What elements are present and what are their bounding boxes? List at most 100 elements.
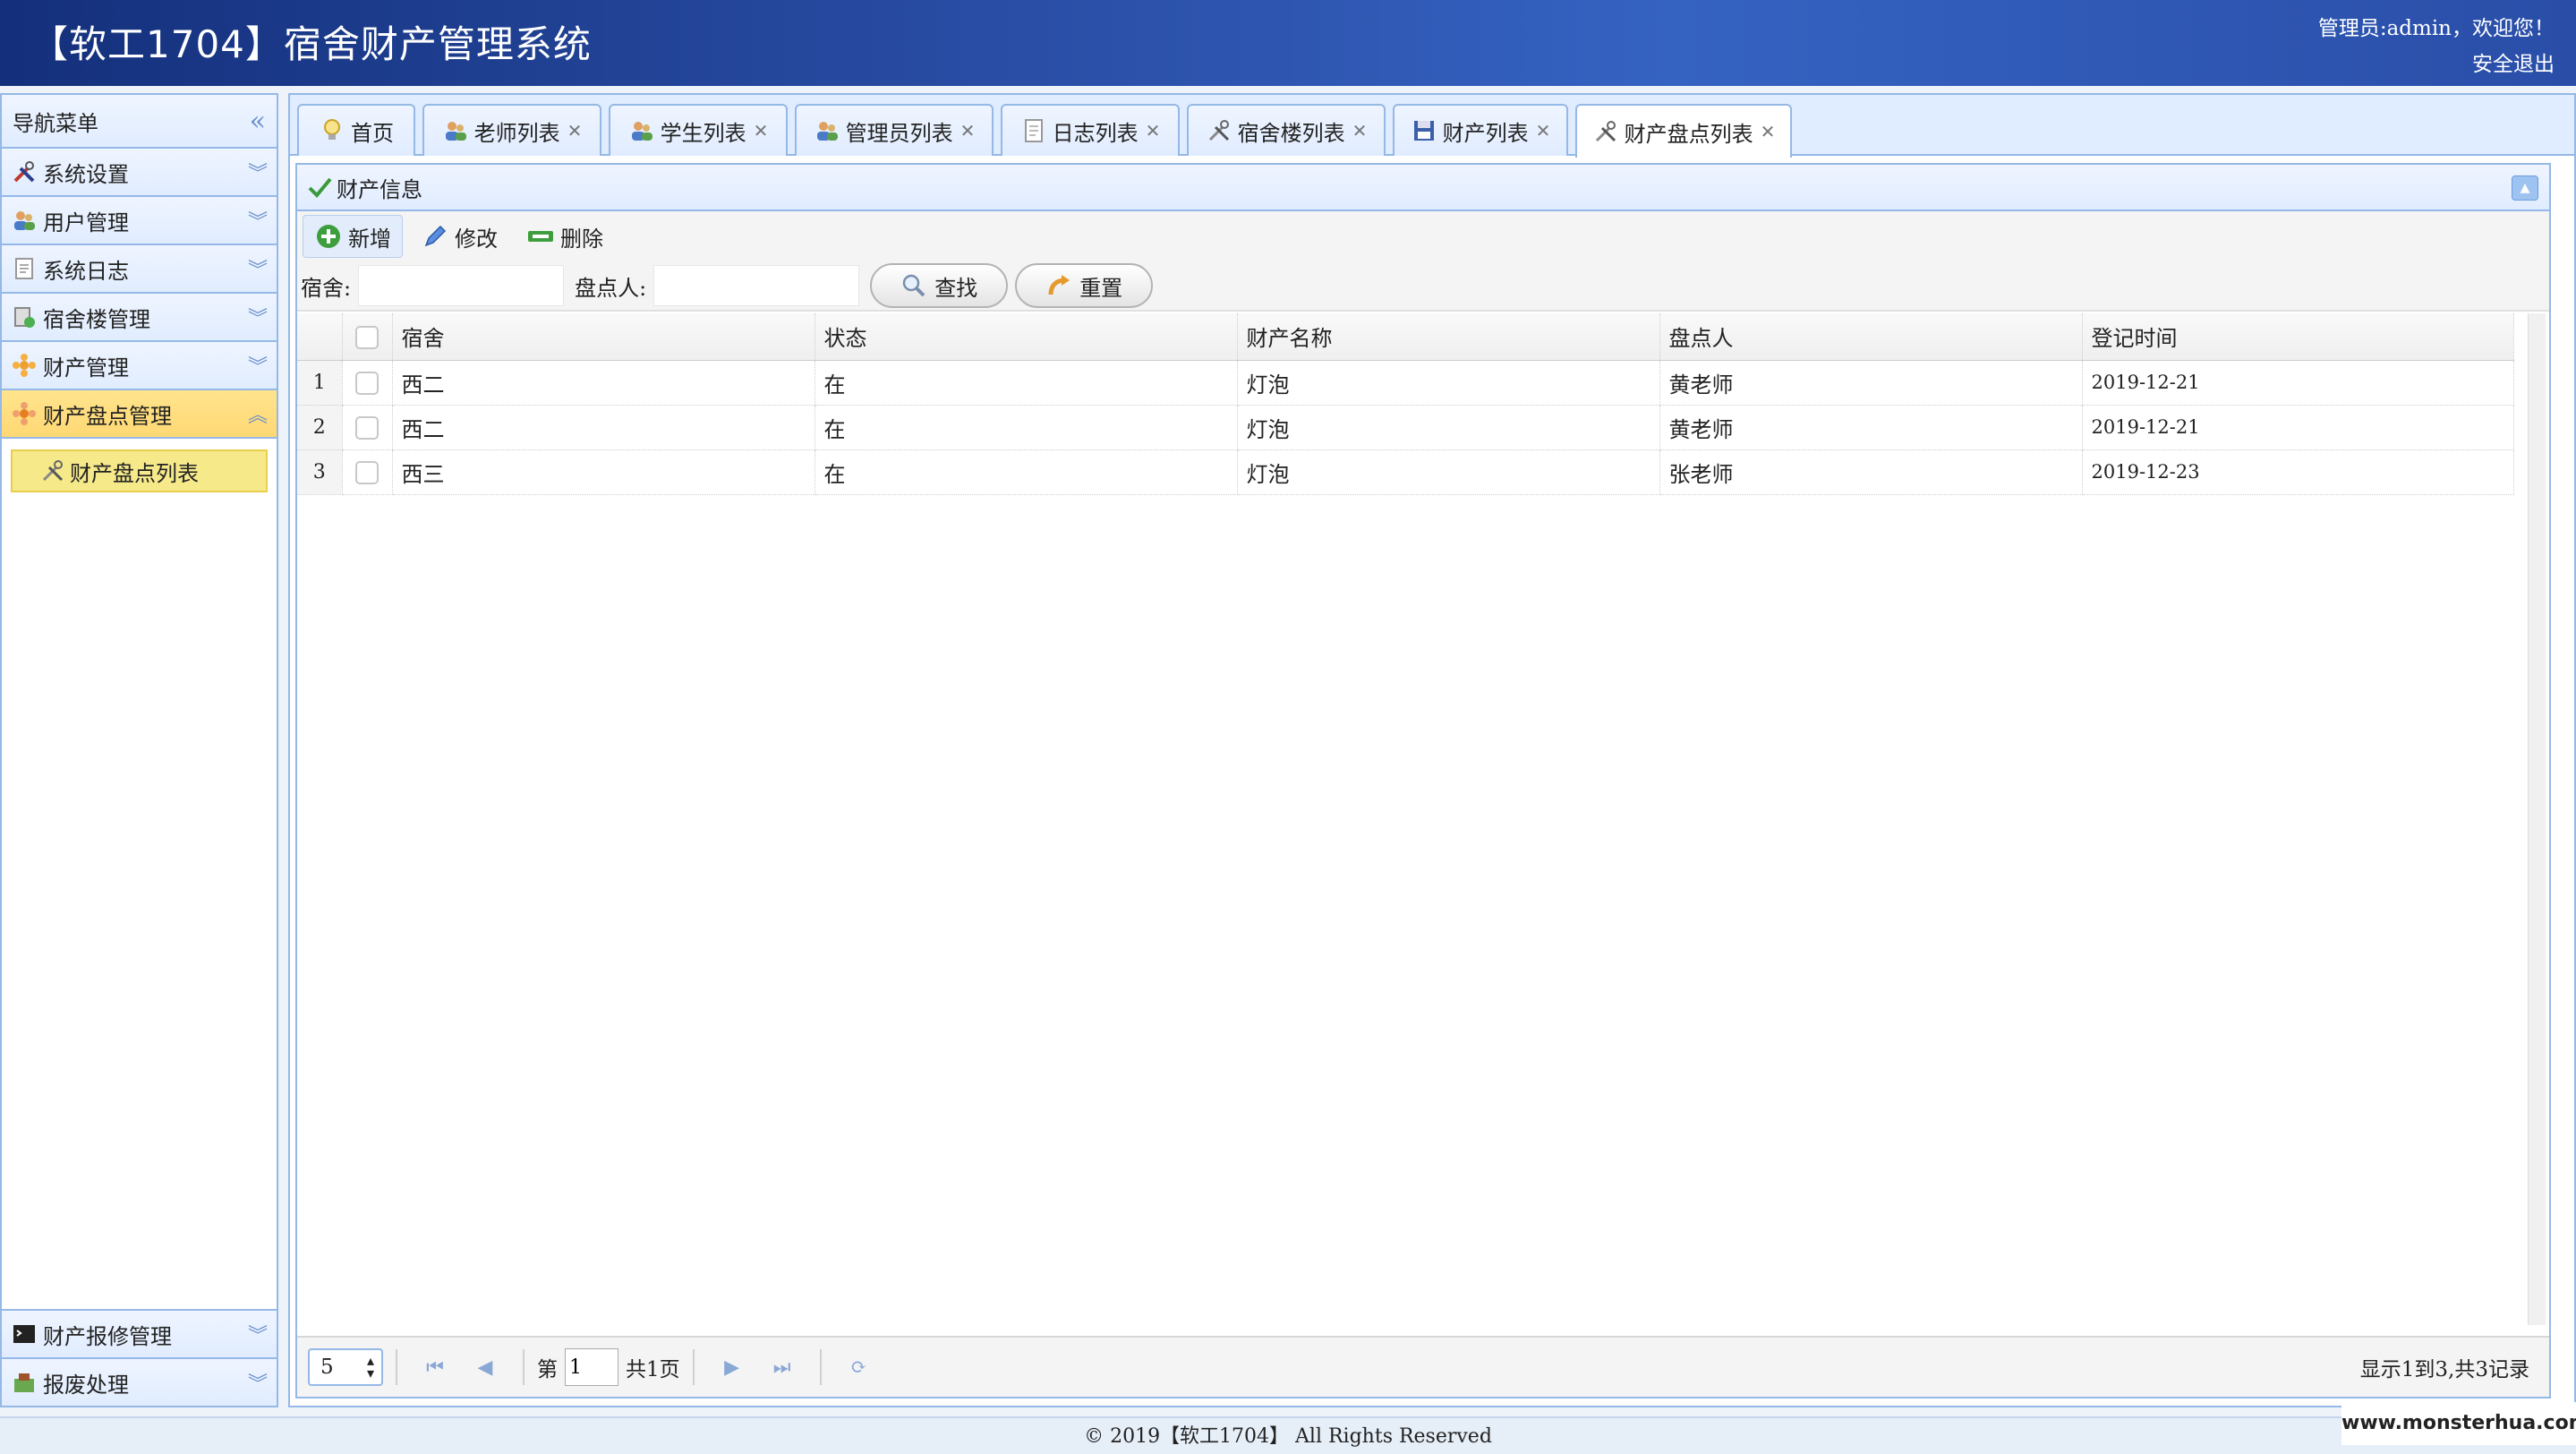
close-icon[interactable]: ✕ <box>1536 120 1551 141</box>
inventory-table: 宿舍 状态 财产名称 盘点人 登记时间 1 西二 在 灯泡 黄老师 2019-1… <box>297 313 2514 495</box>
find-button[interactable]: 查找 <box>870 263 1009 308</box>
sidebar-item-label: 用户管理 <box>43 210 129 235</box>
last-page-icon[interactable]: ⏭ <box>764 1349 800 1385</box>
tab-bar: 首页 老师列表 ✕ 学生列表 ✕ 管理员列表 ✕ 日志列表 ✕ 宿舍楼列表 ✕ … <box>290 95 2574 158</box>
row-number-header <box>297 313 343 361</box>
vertical-scrollbar[interactable] <box>2528 313 2546 1325</box>
disposal-icon <box>11 1369 38 1396</box>
collapse-sidebar-icon[interactable]: « <box>250 106 266 137</box>
users-icon <box>11 207 38 234</box>
sidebar-item-label: 财产报修管理 <box>43 1323 172 1349</box>
table-row[interactable]: 2 西二 在 灯泡 黄老师 2019-12-21 <box>297 405 2514 450</box>
dorm-cell: 西二 <box>392 360 815 406</box>
first-page-icon[interactable]: ⏮ <box>417 1349 453 1385</box>
pagination-bar: 5 ▴▾ ⏮ ◀ 第 共1页 ▶ ⏭ ⟳ 显示1到3,共3记录 <box>297 1336 2549 1397</box>
checker-search-input[interactable] <box>653 265 860 306</box>
row-checkbox[interactable] <box>355 461 379 485</box>
table-row[interactable]: 3 西三 在 灯泡 张老师 2019-12-23 <box>297 449 2514 495</box>
sidebar-item-label: 宿舍楼管理 <box>43 306 150 332</box>
date-cell: 2019-12-21 <box>2082 405 2514 450</box>
row-number: 2 <box>297 405 343 450</box>
search-icon <box>900 272 927 299</box>
collapse-panel-button[interactable]: ▲ <box>2512 175 2538 201</box>
submenu: 财产盘点列表 <box>2 439 277 503</box>
user-greeting: 管理员:admin，欢迎您！ <box>2317 17 2555 40</box>
table-row[interactable]: 1 西二 在 灯泡 黄老师 2019-12-21 <box>297 360 2514 406</box>
sidebar-item-asset-management[interactable]: 财产管理 ︾ <box>2 342 277 390</box>
tab-label: 老师列表 <box>473 120 560 146</box>
edit-label: 修改 <box>455 226 498 252</box>
tools-icon <box>11 158 38 185</box>
chevron-down-icon: ︾ <box>247 1325 268 1347</box>
edit-button[interactable]: 修改 <box>410 215 508 258</box>
prev-page-icon[interactable]: ◀ <box>467 1349 503 1385</box>
page-size-value: 5 <box>320 1356 334 1379</box>
chevron-down-icon: ︾ <box>247 163 268 185</box>
sidebar-item-system-settings[interactable]: 系统设置 ︾ <box>2 149 277 197</box>
next-page-icon[interactable]: ▶ <box>714 1349 750 1385</box>
separator <box>692 1349 695 1385</box>
close-icon[interactable]: ✕ <box>960 120 976 141</box>
reset-button[interactable]: 重置 <box>1015 263 1154 308</box>
column-header-asset[interactable]: 财产名称 <box>1237 313 1660 361</box>
row-checkbox-cell <box>342 405 393 450</box>
page-number-input[interactable] <box>565 1348 618 1386</box>
delete-label: 删除 <box>560 226 603 252</box>
plus-icon <box>314 222 343 251</box>
row-checkbox[interactable] <box>355 372 379 396</box>
close-icon[interactable]: ✕ <box>754 120 769 141</box>
chevron-down-icon: ︾ <box>247 1373 268 1396</box>
logout-link[interactable]: 安全退出 <box>2472 47 2555 77</box>
pencil-icon <box>421 222 449 251</box>
tab-student-list[interactable]: 学生列表 ✕ <box>609 104 788 156</box>
select-all-header <box>342 313 393 361</box>
row-checkbox[interactable] <box>355 416 379 440</box>
close-icon[interactable]: ✕ <box>1352 120 1368 141</box>
select-all-checkbox[interactable] <box>355 326 379 349</box>
sidebar-subitem-inventory-list[interactable]: 财产盘点列表 <box>11 449 268 492</box>
tab-inventory-list[interactable]: 财产盘点列表 ✕ <box>1575 104 1792 158</box>
close-icon[interactable]: ✕ <box>1146 120 1161 141</box>
tab-teacher-list[interactable]: 老师列表 ✕ <box>422 104 601 156</box>
dorm-label: 宿舍: <box>301 275 352 301</box>
chevron-up-icon: ︽ <box>247 405 268 427</box>
chevron-down-icon: ︾ <box>247 308 268 330</box>
dorm-search-input[interactable] <box>358 265 565 306</box>
close-icon[interactable]: ✕ <box>567 120 583 141</box>
tab-building-list[interactable]: 宿舍楼列表 ✕ <box>1187 104 1386 156</box>
tab-asset-list[interactable]: 财产列表 ✕ <box>1393 104 1568 156</box>
tab-log-list[interactable]: 日志列表 ✕ <box>1001 104 1180 156</box>
sidebar-item-label: 财产管理 <box>43 355 129 381</box>
row-number: 3 <box>297 449 343 495</box>
dorm-cell: 西二 <box>392 405 815 450</box>
add-button[interactable]: 新增 <box>303 215 403 258</box>
sidebar-item-repair-management[interactable]: 财产报修管理 ︾ <box>2 1309 277 1357</box>
sidebar-item-disposal[interactable]: 报废处理 ︾ <box>2 1357 277 1406</box>
column-header-dorm[interactable]: 宿舍 <box>392 313 815 361</box>
app-title: 【软工1704】宿舍财产管理系统 <box>30 22 592 66</box>
tab-label: 财产盘点列表 <box>1624 121 1753 147</box>
tab-home[interactable]: 首页 <box>297 104 415 156</box>
tab-label: 宿舍楼列表 <box>1237 120 1345 146</box>
sidebar-item-system-log[interactable]: 系统日志 ︾ <box>2 245 277 294</box>
tools-icon <box>1206 117 1233 144</box>
updown-arrow-icon: ▴ ▾ <box>366 1352 374 1381</box>
tab-admin-list[interactable]: 管理员列表 ✕ <box>795 104 994 156</box>
search-bar: 宿舍: 盘点人: 查找 重置 <box>297 261 2549 312</box>
data-grid: 宿舍 状态 财产名称 盘点人 登记时间 1 西二 在 灯泡 黄老师 2019-1… <box>297 313 2514 495</box>
delete-button[interactable]: 删除 <box>516 215 614 258</box>
asset-icon <box>11 352 38 379</box>
column-header-checker[interactable]: 盘点人 <box>1659 313 2083 361</box>
column-header-date[interactable]: 登记时间 <box>2082 313 2514 361</box>
sidebar-item-dorm-building[interactable]: 宿舍楼管理 ︾ <box>2 294 277 342</box>
date-cell: 2019-12-23 <box>2082 449 2514 495</box>
close-icon[interactable]: ✕ <box>1761 121 1776 142</box>
copyright-text: © 2019【软工1704】 All Rights Reserved <box>1084 1425 1492 1448</box>
refresh-icon[interactable]: ⟳ <box>841 1349 877 1385</box>
sidebar-item-user-management[interactable]: 用户管理 ︾ <box>2 197 277 245</box>
sidebar-item-inventory-management[interactable]: 财产盘点管理 ︽ <box>2 390 277 439</box>
main-area: 首页 老师列表 ✕ 学生列表 ✕ 管理员列表 ✕ 日志列表 ✕ 宿舍楼列表 ✕ … <box>288 93 2576 1407</box>
save-icon <box>1411 117 1437 144</box>
column-header-status[interactable]: 状态 <box>815 313 1238 361</box>
page-size-select[interactable]: 5 ▴ ▾ <box>308 1348 383 1386</box>
